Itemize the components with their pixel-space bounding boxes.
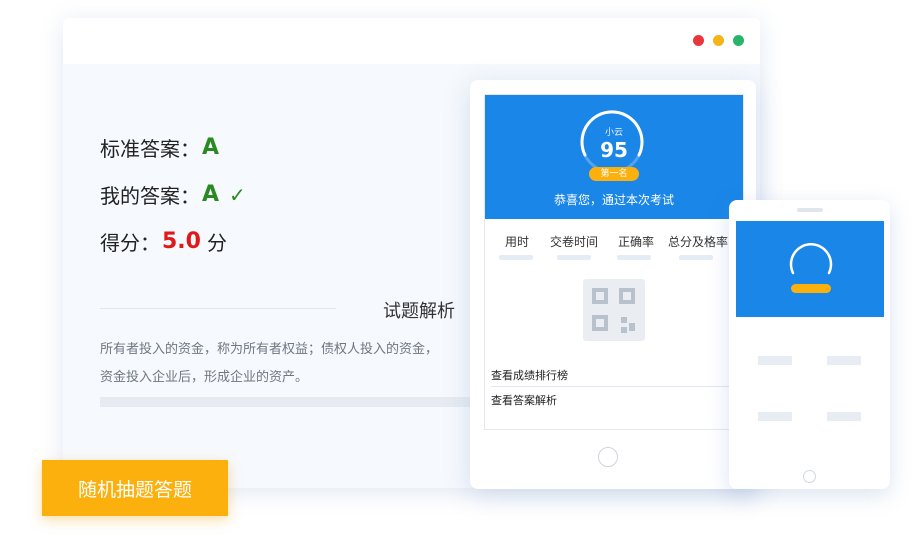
tablet-mockup: 小云 95 第一名 恭喜您，通过本次考试 用时 交卷时间 正确率 总分及格率 查… bbox=[470, 80, 756, 489]
score-value: 5.0 bbox=[162, 229, 201, 254]
rank-badge: 第一名 bbox=[589, 167, 639, 181]
pass-message: 恭喜您，通过本次考试 bbox=[553, 193, 674, 207]
exam-score: 95 bbox=[600, 138, 628, 162]
standard-answer-value: A bbox=[202, 135, 220, 160]
result-header: 小云 95 第一名 恭喜您，通过本次考试 bbox=[485, 95, 743, 219]
phone-home-button[interactable] bbox=[803, 470, 816, 483]
phone-result-header bbox=[736, 221, 884, 317]
phone-stat-bar bbox=[827, 356, 861, 365]
phone-stat-bar bbox=[758, 356, 792, 365]
maximize-dot-icon[interactable] bbox=[733, 35, 744, 46]
qr-code-icon bbox=[583, 279, 645, 341]
my-answer-row: 我的答案： A ✓ bbox=[100, 180, 246, 209]
minimize-dot-icon[interactable] bbox=[713, 35, 724, 46]
phone-stat-bar bbox=[827, 412, 861, 421]
checkmark-icon: ✓ bbox=[229, 182, 246, 207]
analysis-text-line2: 资金投入企业后，形成企业的资产。 bbox=[100, 370, 309, 385]
stat-value-bar bbox=[617, 255, 651, 260]
score-gauge-icon bbox=[789, 243, 833, 275]
stat-time-used: 用时 bbox=[505, 235, 530, 249]
divider bbox=[491, 386, 743, 387]
answer-analysis-link[interactable]: 查看答案解析 bbox=[491, 392, 557, 408]
tablet-screen: 小云 95 第一名 恭喜您，通过本次考试 用时 交卷时间 正确率 总分及格率 查… bbox=[484, 94, 744, 430]
score-label: 得分： bbox=[100, 231, 160, 255]
tablet-home-button[interactable] bbox=[598, 447, 618, 467]
close-dot-icon[interactable] bbox=[693, 35, 704, 46]
analysis-text-line1: 所有者投入的资金，称为所有者权益；债权人投入的资金， bbox=[100, 342, 439, 357]
my-answer-label: 我的答案： bbox=[100, 184, 200, 208]
window-titlebar bbox=[63, 18, 760, 64]
stat-value-bar bbox=[557, 255, 591, 260]
placeholder-bar bbox=[100, 397, 480, 407]
stat-value-bar bbox=[679, 255, 713, 260]
random-quiz-button[interactable]: 随机抽题答题 bbox=[42, 460, 228, 516]
phone-speaker bbox=[797, 208, 823, 212]
stat-pass-rate: 总分及格率 bbox=[668, 235, 729, 249]
standard-answer-label: 标准答案： bbox=[100, 137, 200, 161]
analysis-title: 试题解析 bbox=[383, 301, 455, 322]
rank-badge-placeholder bbox=[791, 284, 831, 293]
stat-submit-time: 交卷时间 bbox=[550, 235, 599, 249]
phone-stat-bar bbox=[758, 412, 792, 421]
score-row: 得分： 5.0 分 bbox=[100, 227, 227, 256]
stat-accuracy: 正确率 bbox=[618, 235, 655, 249]
ranking-link[interactable]: 查看成绩排行榜 bbox=[491, 367, 568, 383]
user-name: 小云 bbox=[604, 128, 623, 138]
standard-answer-row: 标准答案： A bbox=[100, 133, 219, 162]
score-unit: 分 bbox=[206, 231, 227, 255]
my-answer-value: A bbox=[202, 182, 220, 207]
phone-mockup bbox=[729, 200, 890, 489]
stat-value-bar bbox=[499, 255, 533, 260]
divider bbox=[100, 308, 336, 309]
